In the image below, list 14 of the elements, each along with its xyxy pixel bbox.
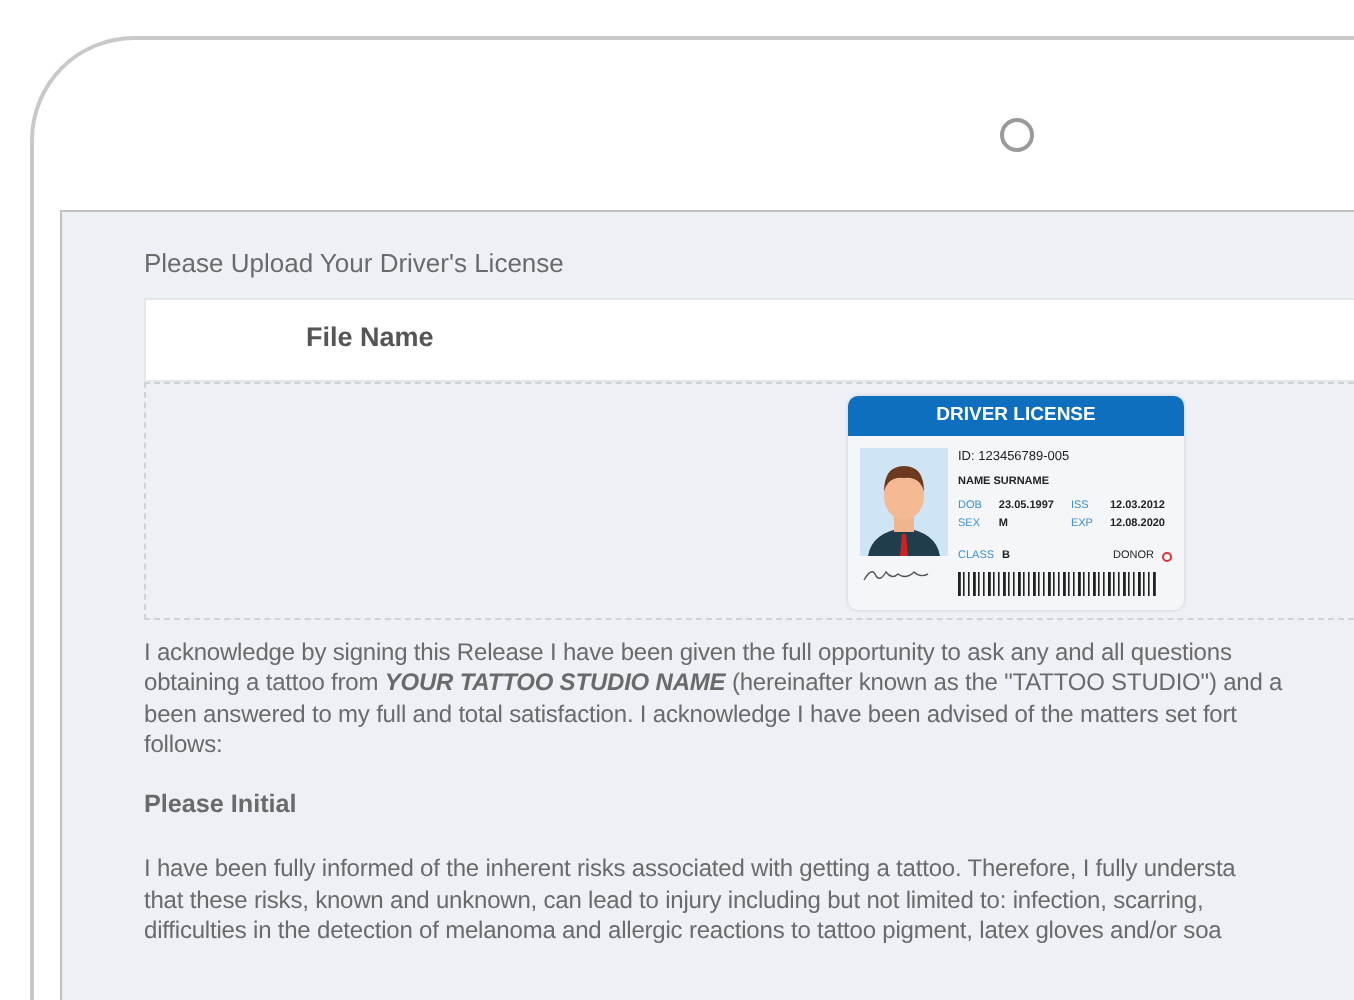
- paragraph-line: follows:: [144, 730, 225, 761]
- paragraph-line: obtaining a tattoo from YOUR TATTOO STUDIO NAME (hereinafter known as the "TATTOO STUDIO") and a: [144, 668, 1285, 699]
- donor-mark-icon: [1162, 551, 1172, 562]
- paragraph-line: I acknowledge by signing this Release I have been given the full opportunity to ask any and all questions: [144, 637, 1234, 668]
- paragraph-line: difficulties in the detection of melanoma and allergic reactions to tattoo pigment, latex gloves and/or soa: [144, 916, 1224, 948]
- paragraph-line: been answered to my full and total satisfaction. I acknowledge I have been advised of the matters set fort: [144, 699, 1239, 730]
- upload-label: Please Upload Your Driver's License: [144, 246, 566, 282]
- section-heading: Please Initial: [144, 787, 299, 821]
- person-silhouette-icon: [860, 447, 948, 555]
- column-header: File Name: [306, 320, 434, 357]
- license-header: DRIVER LICENSE: [848, 395, 1184, 435]
- camera-icon: [1000, 118, 1034, 152]
- paragraph-line: I have been fully informed of the inherent risks associated with getting a tattoo. Therefore, I fully understa: [144, 854, 1238, 886]
- paragraph-line: that these risks, known and unknown, can lead to injury including but not limited to: infection, scarring,: [144, 885, 1206, 917]
